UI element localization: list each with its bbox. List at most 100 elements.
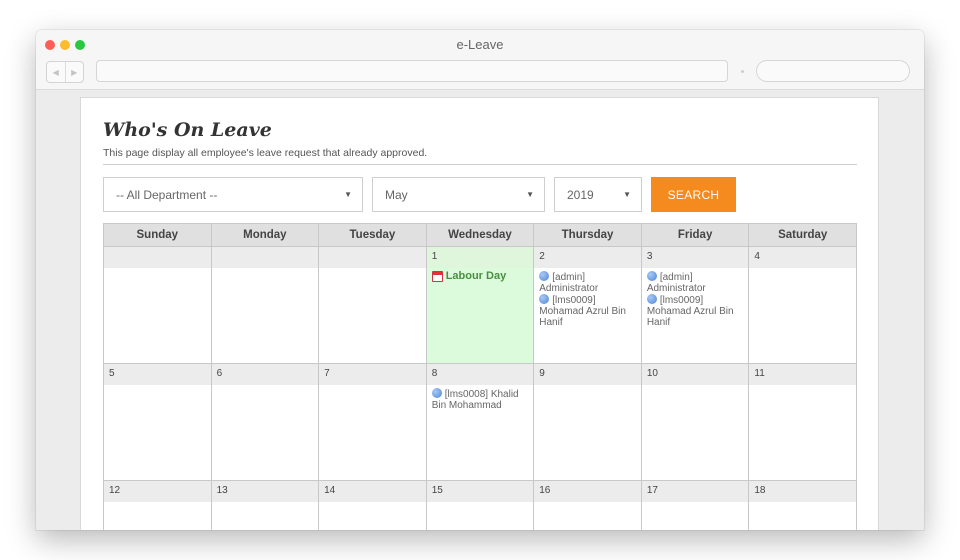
day-cell[interactable]: 18 xyxy=(748,480,857,530)
day-cell[interactable]: 11 xyxy=(748,363,857,481)
day-number: 10 xyxy=(641,364,749,385)
leave-calendar: Sunday Monday Tuesday Wednesday Thursday… xyxy=(103,223,857,530)
calendar-week-row: 1 Labour Day 2 [admin] Administrator [lm… xyxy=(103,246,857,364)
month-select[interactable]: May ▼ xyxy=(372,177,545,212)
day-body: [admin] Administrator [lms0009] Mohamad … xyxy=(534,268,641,363)
department-select[interactable]: -- All Department -- ▼ xyxy=(103,177,363,212)
browser-window: e-Leave ◀ ▶ Who's On Leave This page dis… xyxy=(36,30,924,530)
user-icon xyxy=(431,388,442,398)
day-cell[interactable]: 13 xyxy=(210,480,320,530)
user-icon xyxy=(539,294,550,304)
leave-entry-label: [lms0009] Mohamad Azrul Bin Hanif xyxy=(539,295,626,328)
day-cell[interactable]: 8 [lms0008] Khalid Bin Mohammad xyxy=(425,363,535,481)
day-body xyxy=(212,502,319,530)
day-body: [lms0008] Khalid Bin Mohammad xyxy=(427,385,534,480)
user-icon xyxy=(646,271,657,281)
day-body xyxy=(642,385,749,480)
nav-buttons: ◀ ▶ xyxy=(46,61,84,83)
day-cell[interactable]: 3 [admin] Administrator [lms0009] Mohama… xyxy=(640,246,750,364)
header-friday: Friday xyxy=(640,223,750,247)
day-body xyxy=(427,502,534,530)
page-title: Who's On Leave xyxy=(103,119,272,141)
day-body: [admin] Administrator [lms0009] Mohamad … xyxy=(642,268,749,363)
leave-entry[interactable]: [lms0009] Mohamad Azrul Bin Hanif xyxy=(646,294,744,328)
day-body xyxy=(104,385,211,480)
year-select[interactable]: 2019 ▼ xyxy=(554,177,642,212)
day-number xyxy=(211,247,319,268)
day-body xyxy=(642,502,749,530)
day-cell[interactable]: 17 xyxy=(640,480,750,530)
search-button[interactable]: SEARCH xyxy=(651,177,736,212)
day-number: 6 xyxy=(211,364,319,385)
day-cell-holiday[interactable]: 1 Labour Day xyxy=(425,246,535,364)
department-select-value: -- All Department -- xyxy=(116,187,218,202)
day-number: 9 xyxy=(534,364,641,385)
day-cell[interactable]: 12 xyxy=(103,480,212,530)
day-number: 18 xyxy=(749,481,856,502)
page-content: Who's On Leave This page display all emp… xyxy=(80,97,879,530)
day-number xyxy=(104,247,211,268)
day-number: 15 xyxy=(426,481,534,502)
leave-entry[interactable]: [lms0008] Khalid Bin Mohammad xyxy=(431,388,529,411)
back-icon[interactable]: ◀ xyxy=(47,62,65,82)
leave-entry[interactable]: [admin] Administrator xyxy=(646,271,744,294)
day-cell[interactable]: 15 xyxy=(425,480,535,530)
day-number: 5 xyxy=(104,364,211,385)
dot-icon xyxy=(741,70,744,73)
forward-icon[interactable]: ▶ xyxy=(64,62,84,82)
day-number: 14 xyxy=(319,481,426,502)
day-number: 3 xyxy=(641,247,749,268)
header-saturday: Saturday xyxy=(748,223,857,247)
leave-entry[interactable]: [admin] Administrator xyxy=(539,271,636,294)
day-body xyxy=(212,268,319,363)
day-cell[interactable]: 9 xyxy=(533,363,642,481)
day-cell[interactable] xyxy=(210,246,320,364)
day-body xyxy=(319,385,426,480)
year-select-value: 2019 xyxy=(567,187,594,202)
divider xyxy=(103,164,857,165)
day-body xyxy=(749,502,856,530)
day-cell[interactable] xyxy=(103,246,212,364)
day-number: 13 xyxy=(211,481,319,502)
day-body xyxy=(319,502,426,530)
holiday-event[interactable]: Labour Day xyxy=(431,270,529,282)
day-cell[interactable]: 2 [admin] Administrator [lms0009] Mohama… xyxy=(533,246,642,364)
day-cell[interactable]: 16 xyxy=(533,480,642,530)
header-monday: Monday xyxy=(210,223,320,247)
calendar-week-row: 5 6 7 8 [lms0008] Khalid Bin Mohammad 9 … xyxy=(103,363,857,481)
page-subtitle: This page display all employee's leave r… xyxy=(103,147,428,159)
day-body: Labour Day xyxy=(426,268,534,363)
header-thursday: Thursday xyxy=(533,223,642,247)
calendar-header-row: Sunday Monday Tuesday Wednesday Thursday… xyxy=(103,223,857,247)
calendar-icon xyxy=(431,271,443,282)
holiday-label: Labour Day xyxy=(445,270,507,282)
day-cell[interactable]: 6 xyxy=(210,363,320,481)
calendar-week-row: 12 13 14 15 16 17 18 xyxy=(103,480,857,530)
user-icon xyxy=(539,271,550,281)
day-cell[interactable]: 10 xyxy=(640,363,750,481)
day-body xyxy=(534,502,641,530)
window-title: e-Leave xyxy=(456,37,504,52)
browser-search-field[interactable] xyxy=(756,60,910,82)
day-body xyxy=(749,268,856,363)
day-cell[interactable]: 5 xyxy=(103,363,212,481)
day-cell[interactable] xyxy=(318,246,427,364)
header-tuesday: Tuesday xyxy=(318,223,427,247)
day-number: 12 xyxy=(104,481,211,502)
user-icon xyxy=(646,294,657,304)
day-body xyxy=(319,268,426,363)
title-bar: e-Leave ◀ ▶ xyxy=(36,30,924,90)
day-cell[interactable]: 4 xyxy=(748,246,857,364)
day-cell[interactable]: 7 xyxy=(318,363,427,481)
address-bar[interactable] xyxy=(96,60,728,82)
caret-down-icon: ▼ xyxy=(623,190,631,199)
day-number: 11 xyxy=(749,364,856,385)
leave-entry[interactable]: [lms0009] Mohamad Azrul Bin Hanif xyxy=(539,294,636,328)
caret-down-icon: ▼ xyxy=(526,190,534,199)
header-sunday: Sunday xyxy=(103,223,212,247)
day-body xyxy=(749,385,856,480)
day-number: 2 xyxy=(534,247,641,268)
day-number xyxy=(319,247,426,268)
leave-entry-label: [lms0009] Mohamad Azrul Bin Hanif xyxy=(646,295,734,328)
day-cell[interactable]: 14 xyxy=(318,480,427,530)
